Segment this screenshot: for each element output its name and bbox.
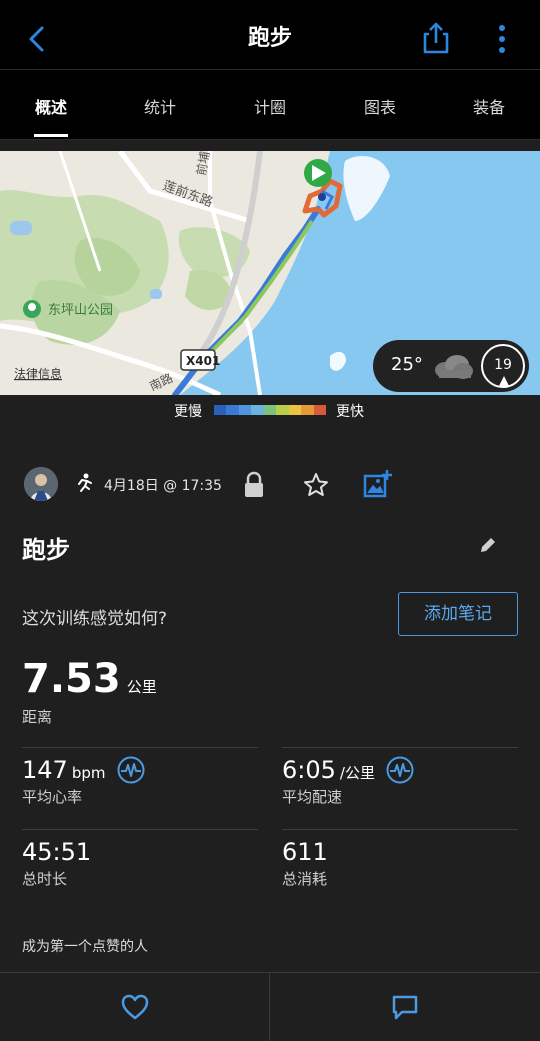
top-bar: 跑步 xyxy=(0,0,540,70)
wind-indicator: 19 xyxy=(481,344,525,388)
tab-gear[interactable]: 装备 xyxy=(444,94,534,118)
avatar[interactable] xyxy=(24,467,58,501)
distance-value: 7.53 xyxy=(22,656,121,702)
pencil-icon[interactable] xyxy=(478,535,498,555)
temperature-text: 25° xyxy=(391,354,423,375)
calories-value: 611 xyxy=(282,838,328,866)
tab-overview[interactable]: 概述 xyxy=(6,94,96,118)
duration-value: 45:51 xyxy=(22,838,92,866)
tab-stats[interactable]: 统计 xyxy=(115,94,205,118)
likes-text: 成为第一个点赞的人 xyxy=(22,939,148,955)
pace-unit: /公里 xyxy=(339,764,375,782)
map-highway-label: X401 xyxy=(186,354,220,368)
calories-stat: 611 总消耗 xyxy=(282,838,328,889)
activity-meta-row: 4月18日 @ 17:35 xyxy=(0,465,540,505)
bottom-action-bar xyxy=(0,972,540,1041)
divider xyxy=(282,747,518,748)
tab-bar: 概述 统计 计圈 图表 装备 xyxy=(0,70,540,140)
legend-slow-label: 更慢 xyxy=(174,404,202,420)
wind-speed-text: 19 xyxy=(494,357,512,373)
calories-label: 总消耗 xyxy=(282,870,328,888)
pace-gradient-bar xyxy=(214,405,326,415)
weather-badge: 25° 19 xyxy=(373,340,529,392)
heart-rate-value: 147 xyxy=(22,756,68,784)
tab-laps[interactable]: 计圈 xyxy=(225,94,315,118)
divider xyxy=(22,829,258,830)
heart-rate-label: 平均心率 xyxy=(22,788,83,806)
divider xyxy=(22,747,258,748)
running-icon xyxy=(78,473,92,492)
page-title: 跑步 xyxy=(247,26,292,51)
divider xyxy=(269,973,270,1041)
heart-icon[interactable] xyxy=(120,993,150,1021)
distance-unit: 公里 xyxy=(126,678,157,696)
map-park-label: 东坪山公园 xyxy=(48,303,113,318)
lock-icon[interactable] xyxy=(242,471,266,499)
map-legal-link: 法律信息 xyxy=(14,366,62,381)
distance-stat: 7.53 公里 距离 xyxy=(22,656,157,726)
star-icon[interactable] xyxy=(302,471,330,499)
pulse-icon[interactable] xyxy=(117,756,145,784)
divider xyxy=(282,829,518,830)
distance-label: 距离 xyxy=(22,708,53,726)
pulse-icon[interactable] xyxy=(386,756,414,784)
pace-value: 6:05 xyxy=(282,756,336,784)
pace-label: 平均配速 xyxy=(282,788,343,806)
feeling-question: 这次训练感觉如何? xyxy=(22,609,168,629)
active-tab-indicator xyxy=(34,134,68,137)
comment-icon[interactable] xyxy=(391,993,419,1021)
more-vertical-icon[interactable] xyxy=(488,22,516,56)
cloud-icon xyxy=(435,355,473,379)
activity-title: 跑步 xyxy=(22,536,70,564)
add-note-button[interactable]: 添加笔记 xyxy=(398,592,518,636)
wind-direction-icon xyxy=(499,376,509,386)
duration-label: 总时长 xyxy=(22,870,68,888)
pace-stat: 6:05/公里 平均配速 xyxy=(282,756,414,807)
duration-stat: 45:51 总时长 xyxy=(22,838,91,889)
legend-fast-label: 更快 xyxy=(336,404,364,420)
add-photo-icon[interactable] xyxy=(362,469,394,501)
activity-date: 4月18日 @ 17:35 xyxy=(104,478,222,494)
heart-rate-stat: 147 bpm 平均心率 xyxy=(22,756,145,807)
pace-legend: 更慢 更快 xyxy=(0,398,540,422)
share-icon[interactable] xyxy=(420,20,452,56)
tab-charts[interactable]: 图表 xyxy=(335,94,425,118)
heart-rate-unit: bpm xyxy=(71,764,106,782)
